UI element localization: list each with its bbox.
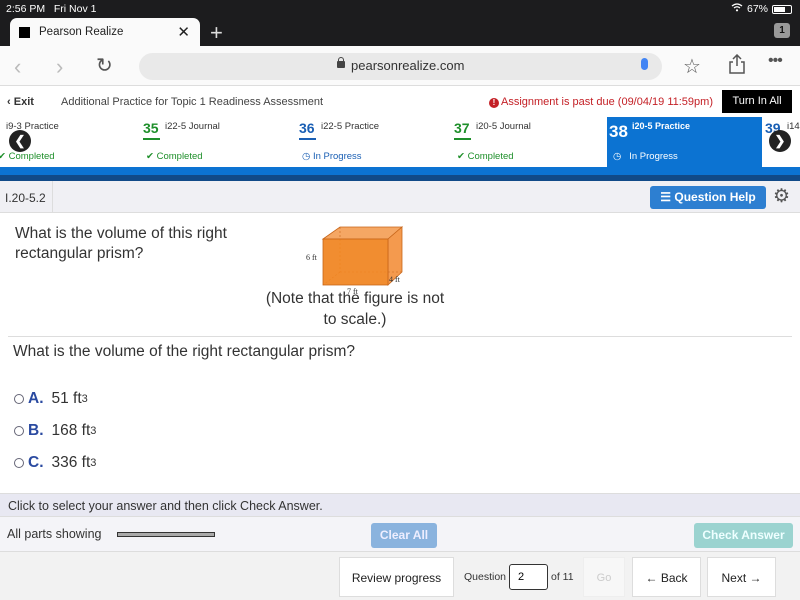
exit-button[interactable]: ‹ Exit: [7, 96, 34, 108]
question-label: Question: [464, 571, 507, 583]
lock-icon: [337, 57, 345, 68]
status-bar: 2:56 PM Fri Nov 1 67%: [0, 0, 800, 18]
status-right: 67%: [731, 3, 792, 15]
question-total: of 11: [551, 571, 574, 583]
alert-icon: !: [489, 98, 499, 108]
figure-note: (Note that the figure is not to scale.): [265, 290, 445, 328]
question-help-button[interactable]: ☰ Question Help: [650, 186, 766, 209]
list-icon: ☰: [660, 190, 672, 204]
assignment-item[interactable]: 37 i20-5 Journal ✔ Completed: [454, 117, 594, 167]
assignment-status: ✔ Completed: [457, 151, 514, 162]
status-time: 2:56 PM Fri Nov 1: [6, 3, 97, 15]
turn-in-all-button[interactable]: Turn In All: [722, 90, 792, 113]
assignment-status: ✔ Completed: [0, 151, 55, 162]
assignment-title: Additional Practice for Topic 1 Readines…: [61, 96, 324, 108]
prism-front-face: [322, 238, 389, 286]
parts-bar: All parts showing Clear All Check Answer: [0, 517, 800, 551]
arrow-left-icon: ←: [645, 571, 658, 585]
width-label: 4 ft: [389, 275, 401, 284]
wifi-icon: [731, 3, 743, 15]
question-content: What is the volume of this right rectang…: [0, 213, 800, 493]
assignment-status: ✔ Completed: [146, 151, 203, 162]
assignment-label: i14-: [787, 121, 800, 132]
assignment-item-active[interactable]: 38 i20-5 Practice ◷ In Progress: [607, 117, 762, 167]
back-button[interactable]: ← Back: [632, 557, 701, 597]
question-header: I.20-5.2 ☰ Question Help ⚙: [0, 181, 800, 213]
assignment-label: i22-5 Practice: [321, 121, 380, 132]
go-button[interactable]: Go: [583, 557, 625, 597]
sub-prompt: What is the volume of the right rectangu…: [13, 343, 356, 360]
past-due-alert: ! Assignment is past due (09/04/19 11:59p…: [489, 96, 713, 108]
radio-button[interactable]: [14, 458, 24, 468]
microphone-icon[interactable]: [641, 58, 648, 70]
question-number-input[interactable]: 2: [509, 564, 548, 590]
prism-figure: 6 ft 7 ft 4 ft: [300, 221, 420, 296]
height-label: 6 ft: [306, 253, 318, 262]
share-icon[interactable]: [728, 53, 746, 80]
assignment-label: i20-5 Practice: [632, 121, 691, 131]
browser-tab[interactable]: Pearson Realize ✕: [10, 18, 200, 46]
question-prompt: What is the volume of this right rectang…: [15, 225, 227, 262]
assignment-status: ◷ In Progress: [302, 151, 362, 162]
radio-button[interactable]: [14, 394, 24, 404]
new-tab-icon[interactable]: +: [210, 20, 223, 46]
carousel-prev-button[interactable]: ❮: [9, 130, 31, 152]
answer-option-b[interactable]: B. 168 ft 3: [14, 422, 96, 440]
footer-nav: Review progress Question 2 of 11 Go ← Ba…: [0, 551, 800, 600]
browser-tab-strip: Pearson Realize ✕ + 1: [0, 18, 800, 46]
answer-option-c[interactable]: C. 336 ft 3: [14, 454, 96, 472]
next-button[interactable]: Next →: [707, 557, 776, 597]
url-bar[interactable]: pearsonrealize.com: [139, 53, 662, 80]
assignment-item[interactable]: 35 i22-5 Journal ✔ Completed: [143, 117, 283, 167]
assignment-status: ◷ In Progress: [613, 151, 678, 162]
favicon-icon: [19, 26, 30, 38]
parts-progress-bar: [117, 532, 215, 537]
assignment-label: i22-5 Journal: [165, 121, 220, 132]
tab-count-badge[interactable]: 1: [774, 23, 790, 38]
chevron-left-icon[interactable]: ‹: [14, 54, 21, 80]
radio-button[interactable]: [14, 426, 24, 436]
question-id: I.20-5.2: [0, 181, 53, 212]
review-progress-button[interactable]: Review progress: [339, 557, 454, 597]
app-header: ‹ Exit Additional Practice for Topic 1 R…: [0, 87, 800, 117]
assignment-carousel: i9-3 Practice ✔ Completed 35 i22-5 Journ…: [0, 117, 800, 167]
parts-label: All parts showing: [7, 527, 102, 541]
battery-percent: 67%: [746, 3, 768, 15]
chevron-right-icon[interactable]: ›: [56, 54, 63, 80]
star-icon[interactable]: ☆: [683, 54, 701, 79]
browser-toolbar: ‹ › ↻ pearsonrealize.com ☆ •••: [0, 46, 800, 86]
battery-icon: [772, 4, 792, 14]
divider: [8, 336, 792, 337]
carousel-next-button[interactable]: ❯: [769, 130, 791, 152]
assignment-item[interactable]: 36 i22-5 Practice ◷ In Progress: [299, 117, 439, 167]
close-tab-icon[interactable]: ✕: [177, 23, 190, 41]
answer-option-a[interactable]: A. 51 ft 3: [14, 390, 88, 408]
divider-bar: [0, 167, 800, 181]
url-text: pearsonrealize.com: [351, 58, 465, 73]
reload-icon[interactable]: ↻: [96, 53, 113, 78]
gear-icon[interactable]: ⚙: [773, 185, 790, 208]
tab-title: Pearson Realize: [39, 26, 124, 38]
assignment-label: i20-5 Journal: [476, 121, 531, 132]
instruction-text: Click to select your answer and then cli…: [0, 493, 800, 517]
more-icon[interactable]: •••: [768, 52, 783, 70]
clear-all-button[interactable]: Clear All: [371, 523, 437, 548]
arrow-right-icon: →: [749, 571, 762, 585]
check-answer-button[interactable]: Check Answer: [694, 523, 793, 548]
